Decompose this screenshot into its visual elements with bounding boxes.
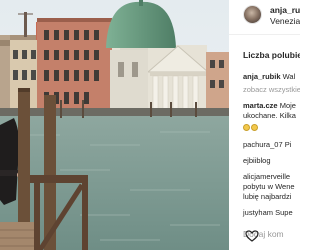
post-location[interactable]: Venezia bbox=[270, 16, 300, 26]
comment-user[interactable]: alicjamerveille bbox=[243, 172, 290, 181]
comment-row: alicjamerveille bbox=[243, 172, 290, 181]
post-image[interactable] bbox=[0, 0, 229, 250]
comment-user[interactable]: anja_rubik bbox=[243, 72, 281, 81]
emoji-icon bbox=[243, 123, 250, 131]
comment-text: Pi bbox=[284, 140, 292, 149]
comment-text-continued: pobytu w Wene bbox=[243, 182, 295, 191]
comment-user[interactable]: pachura_07 bbox=[243, 140, 283, 149]
view-all-comments-link[interactable]: zobacz wszystkie bbox=[243, 85, 300, 94]
comment-row: pachura_07 Pi bbox=[243, 140, 291, 149]
comment-row: justyham Supe bbox=[243, 208, 293, 217]
post-header: anja_rubik Venezia bbox=[229, 0, 300, 34]
comment-row: anja_rubik Wal bbox=[243, 72, 295, 81]
emoji-icon bbox=[251, 123, 258, 131]
header-divider bbox=[229, 34, 300, 35]
post-username[interactable]: anja_rubik bbox=[270, 5, 300, 15]
comment-text-continued: ukochane. Kilka bbox=[243, 111, 296, 120]
comment-row: marta.cze Moje bbox=[243, 101, 296, 110]
comment-user[interactable]: marta.cze bbox=[243, 101, 278, 110]
avatar[interactable] bbox=[243, 5, 262, 24]
comment-text: Wal bbox=[282, 72, 296, 81]
comment-text: Supe bbox=[275, 208, 293, 217]
post-sidebar: anja_rubik Venezia Liczba polubień anja_… bbox=[229, 0, 300, 250]
comment-emoji-line bbox=[243, 122, 259, 131]
comment-row: ejbiiblog bbox=[243, 156, 271, 165]
comment-text: Moje bbox=[279, 101, 296, 110]
comment-user[interactable]: justyham bbox=[243, 208, 273, 217]
heart-icon[interactable] bbox=[245, 230, 259, 242]
likes-count[interactable]: Liczba polubień bbox=[243, 50, 300, 60]
comment-user[interactable]: ejbiiblog bbox=[243, 156, 271, 165]
venice-photo bbox=[0, 0, 229, 250]
comment-text-continued: lubię najbardzi bbox=[243, 192, 292, 201]
